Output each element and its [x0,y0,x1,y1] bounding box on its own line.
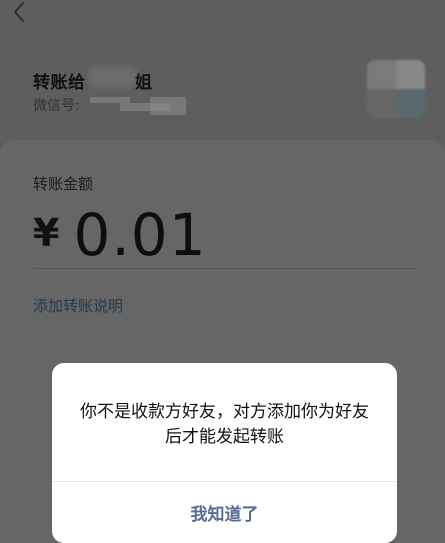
alert-dialog: 你不是收款方好友，对方添加你为好友后才能发起转账 我知道了 [52,363,397,543]
amount-value: 0.01 [73,201,207,269]
add-transfer-note-link[interactable]: 添加转账说明 [33,295,123,316]
redacted-name-mask [88,66,138,88]
amount-input[interactable]: ¥ 0.01 [33,202,207,268]
chevron-left-icon [14,2,24,22]
transfer-to-label: 转账给 [33,73,86,93]
wechat-id-label: 微信号: [33,98,80,114]
got-it-button[interactable]: 我知道了 [52,482,397,543]
dialog-message: 你不是收款方好友，对方添加你为好友后才能发起转账 [80,402,369,447]
amount-divider [33,268,416,269]
currency-symbol: ¥ [33,211,60,255]
back-button[interactable] [8,0,32,24]
recipient-name-tail: 姐 [135,73,152,93]
recipient-name: 姐 [88,64,152,93]
amount-label: 转账金额 [33,175,94,193]
redacted-wechat-id [90,93,190,117]
recipient-avatar [367,60,425,118]
